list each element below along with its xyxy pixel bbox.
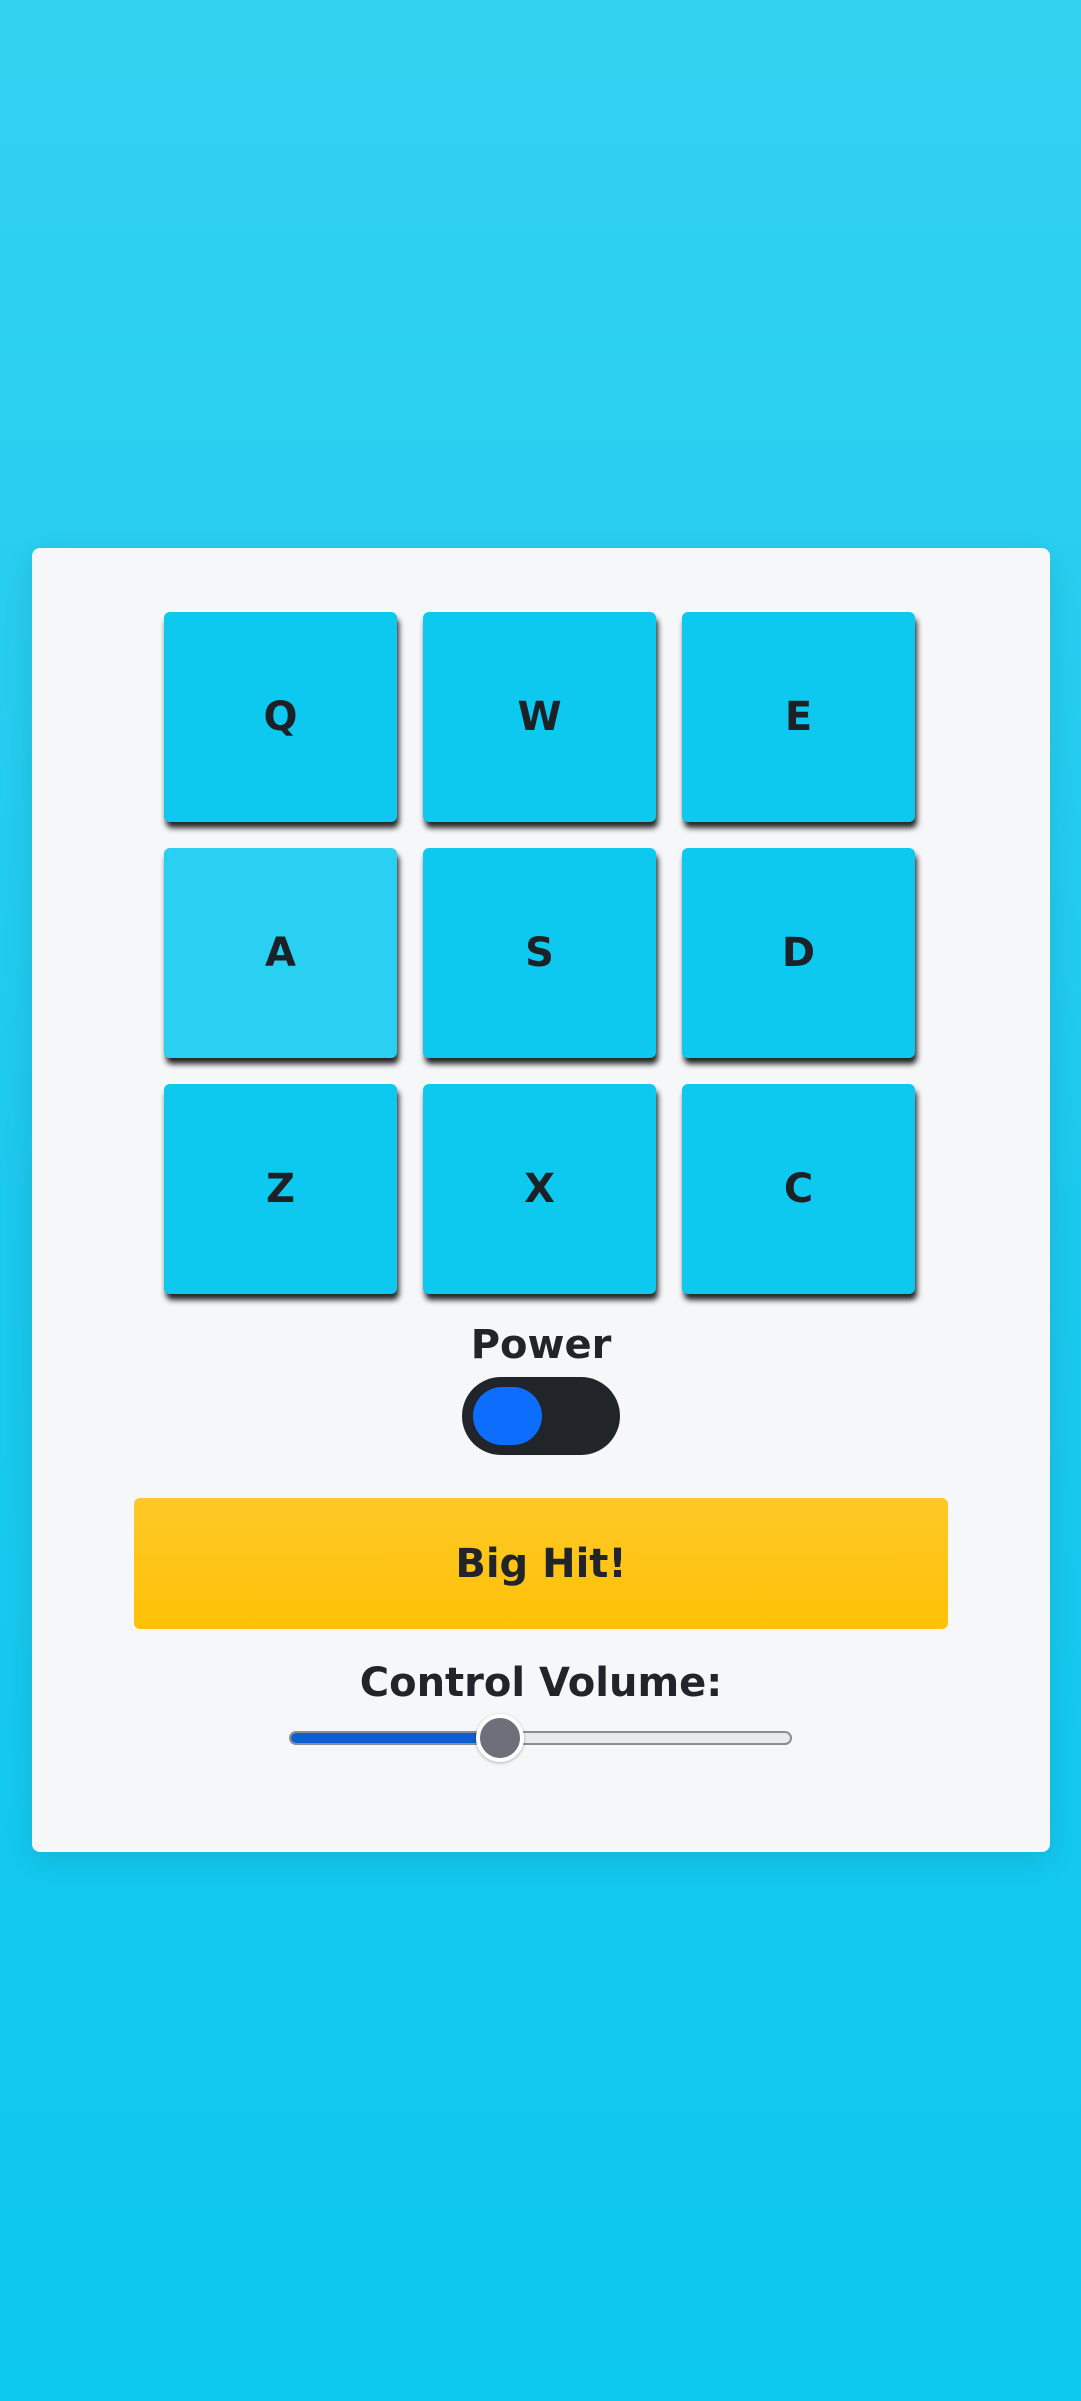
- power-label: Power: [470, 1322, 612, 1368]
- drum-pad-x[interactable]: X: [423, 1084, 656, 1294]
- volume-slider-track[interactable]: [289, 1731, 792, 1745]
- volume-slider-fill: [291, 1733, 502, 1743]
- volume-slider-thumb[interactable]: [475, 1714, 524, 1762]
- drum-pad-c[interactable]: C: [682, 1084, 915, 1294]
- power-toggle-knob: [473, 1387, 542, 1445]
- big-hit-button[interactable]: Big Hit!: [134, 1498, 948, 1629]
- drum-pad-w[interactable]: W: [423, 612, 656, 822]
- drum-pad-q[interactable]: Q: [164, 612, 397, 822]
- power-toggle[interactable]: [462, 1377, 620, 1455]
- drum-pad-z[interactable]: Z: [164, 1084, 397, 1294]
- drum-pad-a[interactable]: A: [164, 848, 397, 1058]
- drum-pad-grid: Q W E A S D Z X C: [164, 612, 915, 1294]
- drum-pad-s[interactable]: S: [423, 848, 656, 1058]
- drum-machine-card: Q W E A S D Z X C Power Big Hit! Control…: [32, 548, 1050, 1852]
- drum-pad-e[interactable]: E: [682, 612, 915, 822]
- volume-label: Control Volume:: [359, 1660, 723, 1706]
- drum-pad-d[interactable]: D: [682, 848, 915, 1058]
